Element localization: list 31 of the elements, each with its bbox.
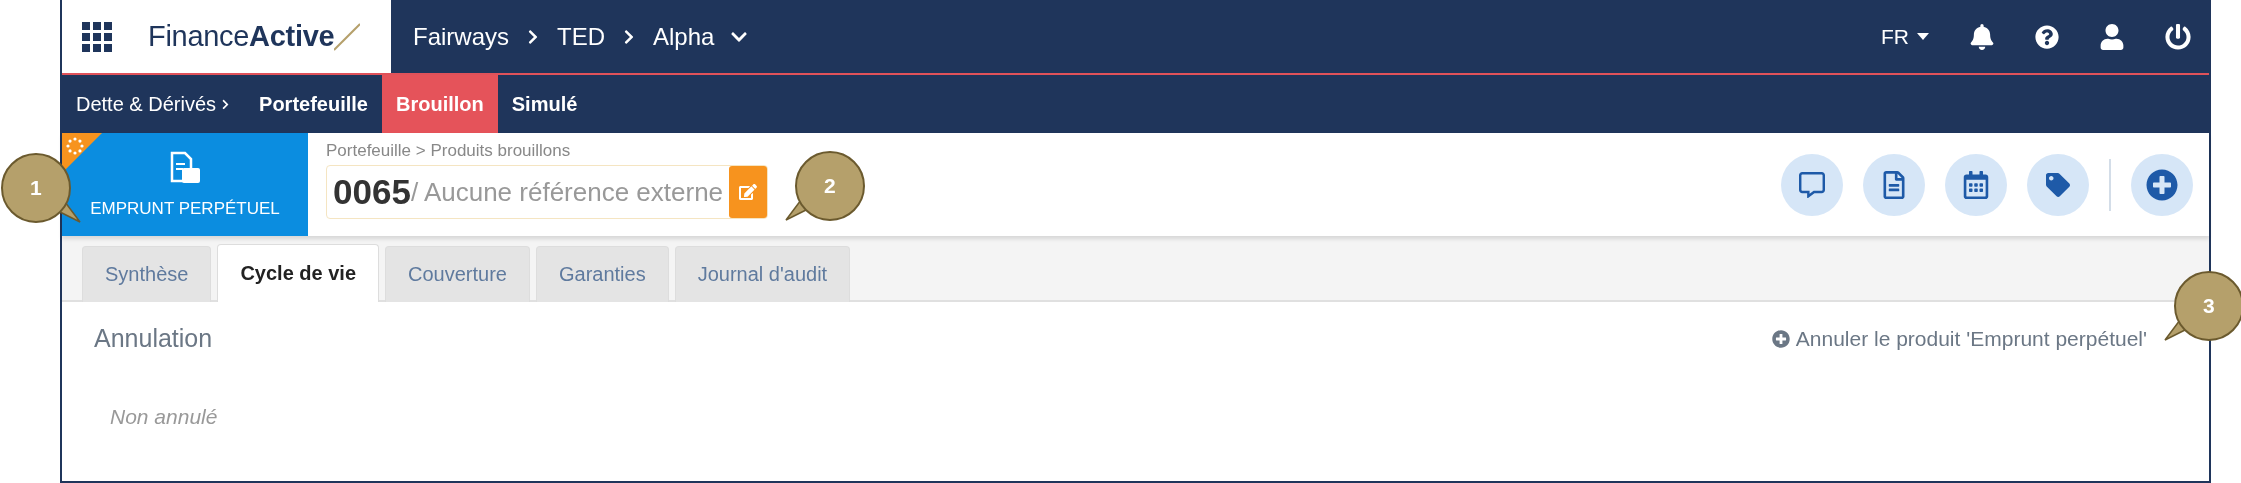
tab[interactable]: Garanties [535, 246, 669, 302]
bell-icon[interactable] [1969, 23, 1995, 50]
cancel-product-link[interactable]: Annuler le produit 'Emprunt perpétuel' [1771, 326, 2147, 351]
speech-bubble-icon [1799, 171, 1825, 198]
product-type-label: EMPRUNT PERPÉTUEL [90, 198, 280, 219]
tab[interactable]: Journal d'audit [674, 246, 851, 302]
help-icon[interactable] [2035, 24, 2059, 49]
status-text: Non annulé [110, 405, 219, 429]
step-callout: 3 [2163, 270, 2241, 344]
breadcrumb-link[interactable]: Fairways [413, 22, 509, 51]
breadcrumb-text: Portefeuille > Produits brouillons [326, 141, 572, 161]
language-selector[interactable]: FR [1881, 24, 1929, 49]
power-icon[interactable] [2165, 23, 2191, 50]
nav-item[interactable]: Brouillon [382, 75, 498, 133]
tab[interactable]: Cycle de vie [217, 244, 379, 302]
section-title: Annulation [94, 324, 213, 353]
breadcrumb-link[interactable]: Alpha [653, 22, 715, 51]
nav-section[interactable]: Dette & Dérivés [76, 75, 246, 133]
user-icon[interactable] [2099, 23, 2125, 50]
edit-icon [739, 183, 758, 201]
logo: FinanceActive [148, 20, 361, 53]
tag-icon [2046, 172, 2070, 197]
caret-down-icon [1917, 33, 1929, 40]
product-reference: 0065/ Aucune référence externe [332, 171, 725, 213]
nav-item[interactable]: Simulé [497, 75, 592, 133]
apps-grid-icon[interactable] [82, 21, 112, 52]
calendar-icon [1962, 170, 1990, 199]
step-callout: 1 [0, 152, 82, 226]
nav-item[interactable]: Portefeuille [245, 75, 382, 133]
breadcrumb-link[interactable]: TED [557, 22, 605, 51]
step-callout: 2 [784, 150, 866, 224]
